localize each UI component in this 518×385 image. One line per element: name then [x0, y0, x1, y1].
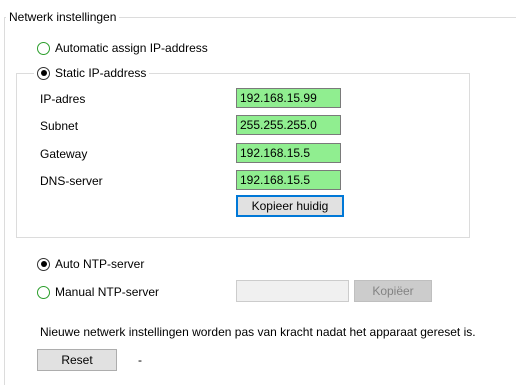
network-settings-group-title: Netwerk instellingen — [6, 10, 120, 24]
dns-server-input[interactable] — [236, 170, 341, 190]
static-ip-radio[interactable]: Static IP-address — [34, 66, 150, 80]
auto-ntp-label: Auto NTP-server — [55, 257, 145, 271]
radio-checked-icon — [37, 257, 50, 271]
ip-address-input[interactable] — [236, 88, 341, 108]
subnet-input[interactable] — [236, 115, 341, 135]
automatic-ip-label: Automatic assign IP-address — [55, 41, 208, 55]
radio-unchecked-icon — [37, 285, 50, 299]
reset-button[interactable]: Reset — [37, 349, 117, 371]
manual-ntp-radio[interactable]: Manual NTP-server — [37, 285, 159, 299]
automatic-ip-radio[interactable]: Automatic assign IP-address — [37, 41, 208, 55]
ntp-copy-button[interactable]: Kopiëer — [354, 280, 432, 302]
dns-server-label: DNS-server — [40, 174, 103, 188]
subnet-label: Subnet — [40, 119, 79, 133]
manual-ntp-label: Manual NTP-server — [55, 285, 160, 299]
reset-status: - — [138, 353, 142, 367]
copy-current-button[interactable]: Kopieer huidig — [236, 195, 344, 217]
restart-note: Nieuwe netwerk instellingen worden pas v… — [40, 325, 476, 339]
radio-checked-icon — [37, 66, 50, 80]
manual-ntp-input[interactable] — [236, 280, 349, 302]
auto-ntp-radio[interactable]: Auto NTP-server — [37, 257, 144, 271]
gateway-label: Gateway — [40, 147, 88, 161]
radio-unchecked-icon — [37, 41, 50, 55]
ip-address-label: IP-adres — [40, 92, 86, 106]
static-ip-label: Static IP-address — [55, 66, 147, 80]
gateway-input[interactable] — [236, 143, 341, 163]
